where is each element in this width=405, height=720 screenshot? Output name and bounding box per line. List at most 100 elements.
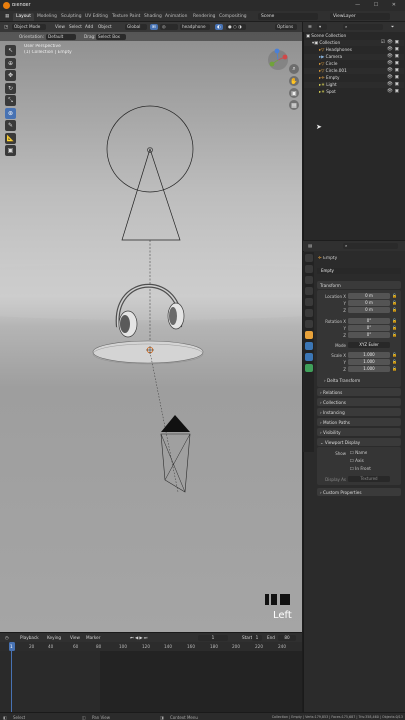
playback-controls-icon[interactable]: ⏮◀▶⏭ [128, 635, 151, 641]
transform-tool-icon[interactable]: ⊛ [5, 107, 16, 119]
transform-panel-header[interactable]: Transform [317, 281, 401, 289]
tool-tab-icon[interactable] [304, 254, 313, 262]
visibility-icons[interactable]: 👁▣ [387, 82, 401, 87]
drag-select[interactable]: Select Box [96, 33, 126, 40]
orientation-default-select[interactable]: Default [46, 33, 76, 40]
properties-search-icon[interactable]: ⌕ [343, 243, 398, 249]
location-y-field[interactable]: 0 m [348, 300, 390, 306]
camera-up-triangle[interactable] [161, 415, 190, 432]
outliner-item-circle[interactable]: ▸▽ Circle 👁▣ [304, 61, 404, 67]
lock-icon[interactable]: 🔓 [392, 293, 397, 298]
show-in-front-checkbox[interactable]: ☐ In Front [350, 466, 371, 471]
data-tab-icon[interactable] [304, 364, 313, 372]
current-frame-field[interactable]: 1 [198, 635, 228, 641]
instancing-panel-header[interactable]: › Instancing [317, 408, 401, 416]
outliner-item-camera[interactable]: ▸▶ Camera 👁▣ [304, 54, 404, 60]
constraints-tab-icon[interactable] [304, 353, 313, 361]
rotation-y-field[interactable]: 0° [348, 325, 390, 331]
outliner-item-empty[interactable]: ▸✛ Empty 👁▣ [304, 75, 404, 81]
menu-keying[interactable]: Keying [45, 635, 63, 641]
tab-sculpting[interactable]: Sculpting [58, 13, 85, 21]
timeline-area[interactable] [0, 642, 302, 712]
timeline-editor-icon[interactable]: ◷ [3, 635, 11, 641]
tab-layout[interactable]: Layout [13, 13, 34, 21]
show-axis-checkbox[interactable]: ☐ Axis [350, 458, 364, 463]
visibility-panel-header[interactable]: › Visibility [317, 428, 401, 436]
scale-tool-icon[interactable]: ⤡ [5, 95, 16, 106]
camera-frustum[interactable] [160, 433, 191, 493]
location-z-field[interactable]: 0 m [348, 307, 390, 313]
outliner-scene-collection[interactable]: ▣ Scene Collection [306, 33, 402, 39]
lock-icon[interactable]: 🔓 [392, 325, 397, 330]
show-name-checkbox[interactable]: ☐ Name [350, 450, 367, 455]
lock-icon[interactable]: 🔓 [392, 332, 397, 337]
lock-icon[interactable]: 🔓 [392, 352, 397, 357]
select-tool-icon[interactable]: ↖ [5, 45, 16, 56]
object-tab-icon[interactable] [304, 331, 313, 339]
world-tab-icon[interactable] [304, 309, 313, 317]
collections-panel-header[interactable]: › Collections [317, 398, 401, 406]
perspective-toggle-icon[interactable]: ▦ [289, 100, 299, 110]
visibility-icons[interactable]: 👁▣ [387, 47, 401, 52]
proportional-icon[interactable]: ◎ [160, 24, 178, 30]
options-button[interactable]: Options [275, 24, 297, 30]
editor-type-icon[interactable]: ◳ [2, 24, 10, 30]
object-name-field[interactable]: Empty [317, 268, 401, 274]
menu-playback[interactable]: Playback [18, 635, 41, 641]
properties-editor-icon[interactable]: ▤ [306, 243, 314, 249]
output-tab-icon[interactable] [304, 276, 313, 284]
view-layer-selector[interactable]: ViewLayer [330, 13, 390, 20]
lock-icon[interactable]: 🔓 [392, 307, 397, 312]
filter-icon[interactable]: ⏷ [389, 24, 396, 30]
add-cube-tool-icon[interactable]: ▣ [5, 145, 16, 156]
scale-z-field[interactable]: 1.000 [348, 366, 390, 372]
lock-icon[interactable]: 🔓 [392, 318, 397, 323]
visibility-icons[interactable]: 👁▣ [387, 54, 401, 59]
tab-modeling[interactable]: Modeling [34, 13, 60, 21]
tab-compositing[interactable]: Compositing [216, 13, 250, 21]
display-mode-icon[interactable]: ▾ [317, 24, 327, 30]
view-layer-tab-icon[interactable] [304, 287, 313, 295]
menu-object[interactable]: Object [96, 24, 114, 30]
transform-orientation[interactable]: Global [125, 24, 147, 30]
tab-texture-paint[interactable]: Texture Paint [109, 13, 143, 21]
visibility-icons[interactable]: 👁▣ [387, 68, 401, 73]
scale-x-field[interactable]: 1.000 [348, 352, 390, 358]
spot-light-cone[interactable] [121, 147, 181, 241]
outliner-item-collection[interactable]: ▾▣ Collection ☑👁▣ [304, 40, 404, 46]
motion-paths-panel-header[interactable]: › Motion Paths [317, 418, 401, 426]
end-frame-field[interactable]: 80 [278, 635, 296, 641]
menu-icon[interactable]: ▦ [2, 13, 12, 21]
custom-properties-panel-header[interactable]: › Custom Properties [317, 488, 401, 496]
menu-view[interactable]: View [53, 24, 67, 30]
rotate-tool-icon[interactable]: ↻ [5, 82, 16, 94]
start-frame-field[interactable]: 1 [252, 635, 262, 641]
shading-icons[interactable]: ● ○ ◑ [226, 24, 246, 30]
outliner-item-circle-001[interactable]: ▸▽ Circle.001 👁▣ [304, 68, 404, 74]
collection-tab-icon[interactable] [304, 320, 313, 328]
scene-selector[interactable]: Scene [258, 13, 318, 20]
lock-icon[interactable]: 🔓 [392, 300, 397, 305]
menu-select[interactable]: Select [67, 24, 84, 30]
visibility-icons[interactable]: 👁▣ [387, 61, 401, 66]
pan-icon[interactable]: ✋ [289, 76, 299, 86]
outliner-item-headphones[interactable]: ▸▽ Headphones 👁▣ [304, 47, 404, 53]
rotation-x-field[interactable]: 0° [348, 318, 390, 324]
menu-timeline-view[interactable]: View [68, 635, 82, 641]
overlay-icon[interactable]: ◐ [215, 24, 223, 30]
outliner-editor-icon[interactable]: ☰ [306, 24, 314, 30]
mode-selector[interactable]: Object Mode [12, 24, 46, 30]
menu-marker[interactable]: Marker [84, 635, 102, 641]
location-x-field[interactable]: 0 m [348, 293, 390, 299]
zoom-icon[interactable]: ⌕ [289, 64, 299, 74]
menu-add[interactable]: Add [83, 24, 95, 30]
physics-tab-icon[interactable] [304, 342, 313, 350]
visibility-icons[interactable]: ☑👁▣ [381, 40, 401, 45]
snap-icon[interactable]: ⊞ [150, 24, 158, 30]
outliner-search-input[interactable]: headphone [180, 24, 210, 30]
scene-tab-icon[interactable] [304, 298, 313, 306]
visibility-icons[interactable]: 👁▣ [387, 75, 401, 80]
outliner-item-light[interactable]: ▸☀ Light 👁▣ [304, 82, 404, 88]
measure-tool-icon[interactable]: 📐 [5, 132, 16, 144]
render-tab-icon[interactable] [304, 265, 313, 273]
